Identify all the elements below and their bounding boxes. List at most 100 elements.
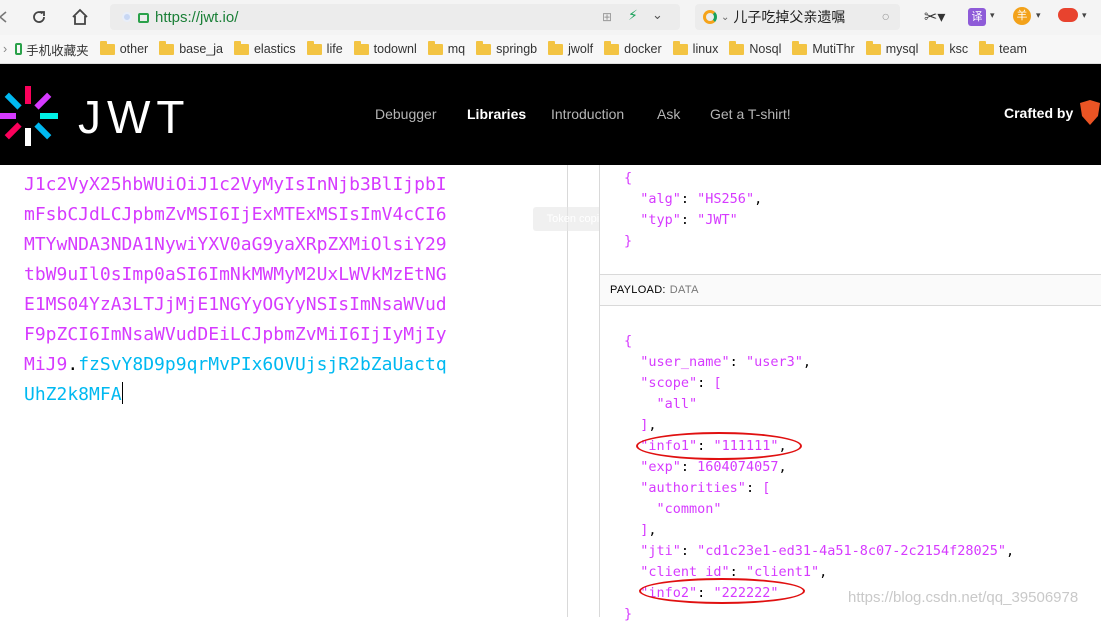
folder-icon xyxy=(729,40,745,55)
translate-chevron-icon[interactable]: ▾ xyxy=(990,10,995,21)
nav-libraries[interactable]: Libraries xyxy=(467,106,526,122)
nav-tshirt[interactable]: Get a T-shirt! xyxy=(710,106,791,122)
bookmark-folder[interactable]: other xyxy=(99,40,149,56)
bookmark-label: other xyxy=(119,42,149,56)
bookmark-folder[interactable]: linux xyxy=(672,40,719,56)
bookmark-mobile[interactable]: 手机收藏夹 xyxy=(15,40,89,59)
annotation-ellipse-info2 xyxy=(639,578,805,604)
bookmark-label: 手机收藏夹 xyxy=(26,43,89,58)
extension-icon[interactable]: 羊 xyxy=(1013,7,1031,25)
json-key: "typ" xyxy=(640,212,681,228)
folder-icon xyxy=(548,40,564,55)
search-engine-chevron-icon[interactable]: ⌄ xyxy=(721,12,729,23)
json-brace: } xyxy=(624,606,633,622)
home-icon[interactable] xyxy=(69,6,91,28)
json-key: "user_name" xyxy=(640,354,730,370)
token-payload-line: F9pZCI6ImNsaWVudDEiLCJpbmZvMiI6IjIyMjIy xyxy=(24,324,447,345)
translate-icon[interactable]: 译 xyxy=(968,8,986,26)
json-brace: } xyxy=(624,233,633,249)
payload-label: PAYLOAD: xyxy=(610,284,666,296)
bookmark-folder[interactable]: elastics xyxy=(233,40,296,56)
bookmark-label: linux xyxy=(692,42,719,56)
folder-icon xyxy=(979,40,995,55)
lightning-icon[interactable]: ⚡ xyxy=(628,7,638,24)
json-key: "jti" xyxy=(640,543,681,559)
bookmark-label: springb xyxy=(496,42,538,56)
json-value: "user3" xyxy=(745,354,803,370)
header-json[interactable]: { "alg": "HS256", "typ": "JWT" } xyxy=(624,168,762,252)
json-value: "common" xyxy=(656,501,722,517)
bookmark-folder[interactable]: life xyxy=(306,40,343,56)
magnifier-icon[interactable]: ○ xyxy=(882,8,890,24)
bookmark-folder[interactable]: springb xyxy=(476,40,538,56)
address-bar[interactable]: https://jwt.io/ ⊞ ⚡ ⌄ xyxy=(110,4,680,30)
bookmarks-prev-icon[interactable]: › xyxy=(3,42,7,56)
folder-icon xyxy=(792,40,808,55)
reload-icon[interactable] xyxy=(28,6,50,28)
token-payload-line: mFsbCJdLCJpbmZvMSI6IjExMTExMSIsImV4cCI6 xyxy=(24,204,447,225)
search-engine-icon xyxy=(703,10,717,24)
nav-ask[interactable]: Ask xyxy=(657,106,680,122)
search-input[interactable]: ⌄ 儿子吃掉父亲遗嘱 ○ xyxy=(695,4,900,30)
watermark: https://blog.csdn.net/qq_39506978 xyxy=(848,589,1079,606)
folder-icon xyxy=(672,40,688,55)
bookmark-label: ksc xyxy=(949,42,969,56)
folder-icon xyxy=(604,40,620,55)
back-icon[interactable] xyxy=(0,6,14,28)
encoded-token[interactable]: J1c2VyX25hbWUiOiJ1c2VyMyIsInNjb3BlIjpbI … xyxy=(24,170,447,410)
json-value: "HS256" xyxy=(697,191,755,207)
token-signature: fzSvY8D9p9qrMvPIx6OVUjsjR2bZaUactq xyxy=(78,354,447,375)
folder-icon xyxy=(353,40,369,55)
bookmark-folder[interactable]: docker xyxy=(604,40,662,56)
bookmark-folder[interactable]: ksc xyxy=(929,40,969,56)
lock-icon xyxy=(138,13,149,23)
bookmark-label: life xyxy=(326,42,343,56)
jwt-logo-icon[interactable] xyxy=(0,86,60,146)
bookmark-folder[interactable]: base_ja xyxy=(159,40,223,56)
json-key: "scope" xyxy=(640,375,698,391)
bookmark-label: mq xyxy=(447,42,466,56)
json-value: "cd1c23e1-ed31-4a51-8c07-2c2154f28025" xyxy=(697,543,1007,559)
nav-introduction[interactable]: Introduction xyxy=(551,106,624,122)
extension-chevron-icon[interactable]: ▾ xyxy=(1036,10,1041,21)
site-info-icon[interactable] xyxy=(122,12,132,22)
site-header: JWT Debugger Libraries Introduction Ask … xyxy=(0,64,1101,165)
gamepad-icon[interactable] xyxy=(1058,8,1078,22)
folder-icon xyxy=(306,40,322,55)
scissors-icon[interactable]: ✂▾ xyxy=(924,7,945,27)
json-value: "JWT" xyxy=(697,212,738,228)
bookmark-folder[interactable]: team xyxy=(979,40,1027,56)
bookmark-folder[interactable]: Nosql xyxy=(729,40,781,56)
token-payload-line: J1c2VyX25hbWUiOiJ1c2VyMyIsInNjb3BlIjpbI xyxy=(24,174,447,195)
bookmark-folder[interactable]: jwolf xyxy=(548,40,594,56)
token-dot: . xyxy=(67,354,79,375)
bookmark-folder[interactable]: todownl xyxy=(353,40,417,56)
gamepad-chevron-icon[interactable]: ▾ xyxy=(1082,10,1087,21)
bookmark-label: todownl xyxy=(373,42,417,56)
crafted-by-label[interactable]: Crafted by xyxy=(1004,105,1073,121)
token-payload-line: E1MS04YzA3LTJjMjE1NGYyOGYyNSIsImNsaWVud xyxy=(24,294,447,315)
payload-section-header: PAYLOAD: DATA xyxy=(600,274,1101,306)
chevron-down-icon[interactable]: ⌄ xyxy=(652,7,663,23)
bookmark-folder[interactable]: mq xyxy=(427,40,466,56)
folder-icon xyxy=(233,40,249,55)
url-text: https://jwt.io/ xyxy=(155,8,239,26)
bookmark-folder[interactable]: MutiThr xyxy=(792,40,855,56)
folder-icon xyxy=(159,40,175,55)
bookmark-label: mysql xyxy=(885,42,919,56)
auth0-logo-icon[interactable] xyxy=(1078,100,1101,126)
nav-debugger[interactable]: Debugger xyxy=(375,106,437,122)
token-payload-line: MTYwNDA3NDA1NywiYXV0aG9yaXRpZXMiOlsiY29 xyxy=(24,234,447,255)
folder-icon xyxy=(99,40,115,55)
token-payload-line: MiJ9 xyxy=(24,354,68,375)
bookmark-label: elastics xyxy=(253,42,296,56)
bookmark-folder[interactable]: mysql xyxy=(865,40,919,56)
grid-icon[interactable]: ⊞ xyxy=(602,10,612,24)
logo-wordmark[interactable]: JWT xyxy=(78,90,191,144)
annotation-ellipse-info1 xyxy=(636,432,802,460)
token-payload-line: tbW9uIl0sImp0aSI6ImNkMWMyM2UxLWVkMzEtNG xyxy=(24,264,447,285)
encoded-token-pane[interactable]: J1c2VyX25hbWUiOiJ1c2VyMyIsInNjb3BlIjpbI … xyxy=(0,165,568,617)
bookmark-label: docker xyxy=(624,42,662,56)
bookmark-label: jwolf xyxy=(568,42,594,56)
json-key: "authorities" xyxy=(640,480,746,496)
